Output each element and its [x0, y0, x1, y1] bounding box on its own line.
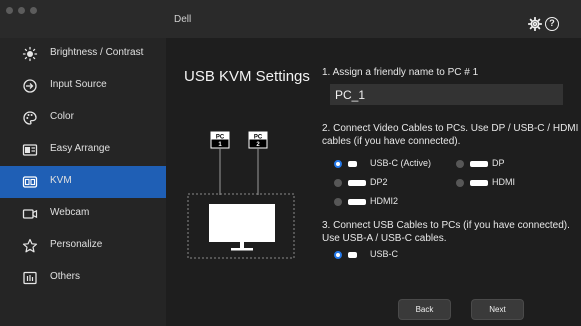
sidebar-item-kvm[interactable]: KVM [0, 166, 166, 198]
sidebar-item-webcam[interactable]: Webcam [0, 198, 166, 230]
pc-friendly-name-input[interactable] [330, 84, 563, 105]
brightness-icon [22, 46, 38, 62]
sidebar-item-color[interactable]: Color [0, 102, 166, 134]
sidebar-item-personalize[interactable]: Personalize [0, 230, 166, 262]
dp-port-icon [470, 161, 488, 167]
option-label: HDMI [492, 177, 515, 187]
title-bar: Dell ? [0, 0, 581, 38]
pc2-tag-top: PC [254, 135, 263, 141]
kvm-connection-diagram: PC 1 PC 2 [187, 131, 295, 259]
monitor-screen-icon [209, 204, 275, 242]
usb-c-port-icon [348, 252, 357, 258]
step2-label-line1: 2. Connect Video Cables to PCs. Use DP /… [322, 123, 579, 134]
back-button[interactable]: Back [398, 299, 451, 320]
star-icon [22, 238, 38, 253]
sidebar-item-label: Easy Arrange [50, 143, 111, 154]
easy-arrange-icon [22, 144, 38, 156]
radio-hdmi2[interactable] [334, 198, 342, 206]
others-icon [23, 271, 37, 285]
hdmi-port-icon [348, 199, 366, 205]
pc2-tag: PC 2 [248, 131, 268, 149]
color-palette-icon [23, 111, 37, 125]
usb-c-port-icon [348, 161, 357, 167]
monitor-stand [231, 248, 253, 251]
step1-label: 1. Assign a friendly name to PC # 1 [322, 67, 479, 78]
radio-usb-c-active[interactable] [334, 160, 342, 168]
step3-label-line2: Use USB-A / USB-C cables. [322, 233, 447, 244]
sidebar-item-brightness-contrast[interactable]: Brightness / Contrast [0, 38, 166, 70]
sidebar-item-easy-arrange[interactable]: Easy Arrange [0, 134, 166, 166]
zoom-window-button[interactable] [30, 7, 37, 14]
pc1-tag-top: PC [216, 135, 225, 141]
option-label: DP [492, 158, 505, 168]
sidebar-item-label: Personalize [50, 239, 103, 250]
radio-hdmi[interactable] [456, 179, 464, 187]
radio-usb-c[interactable] [334, 251, 342, 259]
sidebar-item-label: Input Source [50, 79, 107, 90]
option-label: USB-C (Active) [370, 158, 432, 168]
sidebar-item-label: Webcam [50, 207, 90, 218]
page-title: USB KVM Settings [184, 68, 310, 85]
app-title: Dell [174, 14, 192, 25]
option-label: USB-C [370, 249, 399, 259]
sidebar-item-label: Color [50, 111, 74, 122]
webcam-icon [22, 209, 38, 219]
dp-port-icon [348, 180, 366, 186]
close-window-button[interactable] [6, 7, 13, 14]
kvm-icon [22, 176, 38, 188]
sidebar-item-label: KVM [50, 175, 72, 186]
step3-label-line1: 3. Connect USB Cables to PCs (if you hav… [322, 220, 570, 231]
help-icon[interactable]: ? [545, 17, 559, 31]
hdmi-port-icon [470, 180, 488, 186]
sidebar: Brightness / Contrast Input Source Color… [0, 38, 166, 326]
next-button[interactable]: Next [471, 299, 524, 320]
gear-icon[interactable] [528, 17, 542, 31]
radio-dp[interactable] [456, 160, 464, 168]
input-source-icon [23, 79, 37, 93]
option-label: HDMI2 [370, 196, 399, 206]
minimize-window-button[interactable] [18, 7, 25, 14]
sidebar-item-label: Others [50, 271, 81, 282]
sidebar-item-label: Brightness / Contrast [50, 47, 144, 58]
pc1-tag: PC 1 [210, 131, 230, 149]
option-label: DP2 [370, 177, 388, 187]
sidebar-item-others[interactable]: Others [0, 262, 166, 294]
radio-dp2[interactable] [334, 179, 342, 187]
sidebar-item-input-source[interactable]: Input Source [0, 70, 166, 102]
step2-label-line2: cables (if you have connected). [322, 136, 461, 147]
